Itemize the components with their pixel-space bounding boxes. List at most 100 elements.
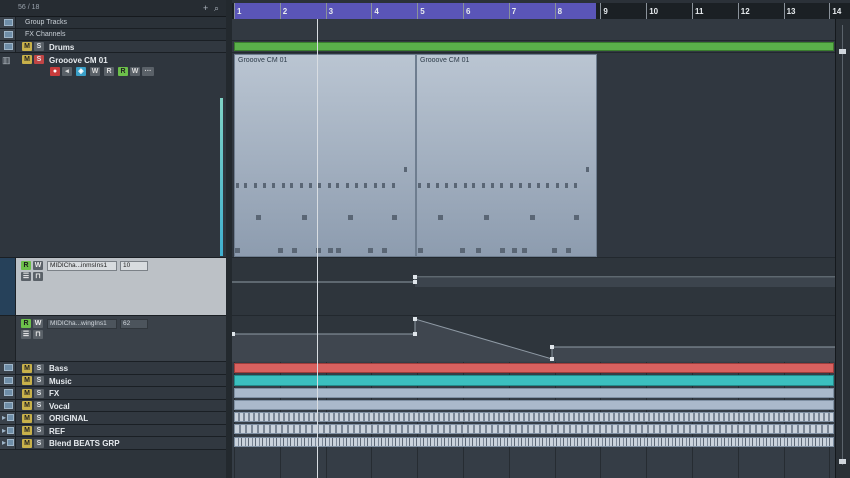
- part-ref[interactable]: [234, 424, 834, 434]
- automation-parameter-field[interactable]: MIDICha...wingIns1: [47, 319, 117, 329]
- expand-icon[interactable]: ▸: [2, 438, 6, 447]
- lock-icon[interactable]: ⊓: [33, 272, 43, 281]
- solo-button[interactable]: S: [34, 439, 44, 448]
- part-fx[interactable]: [234, 388, 834, 398]
- part-blend-beats[interactable]: [234, 437, 834, 447]
- write-button[interactable]: W: [33, 319, 43, 328]
- expand-icon[interactable]: ▸: [2, 413, 6, 422]
- read-automation-button[interactable]: R: [118, 67, 128, 76]
- track-vocal[interactable]: M S Vocal: [0, 400, 226, 412]
- folder-icon: [4, 31, 13, 38]
- track-name: Group Tracks: [25, 19, 68, 26]
- folder-icon: [4, 364, 13, 371]
- mute-button[interactable]: M: [22, 389, 32, 398]
- track-music[interactable]: M S Music: [0, 375, 226, 387]
- track-name: Bass: [49, 364, 69, 373]
- solo-button[interactable]: S: [34, 376, 44, 385]
- part-music[interactable]: [234, 375, 834, 386]
- more-options-icon[interactable]: ···: [142, 67, 154, 76]
- mute-button[interactable]: M: [22, 439, 32, 448]
- track-list-empty: [0, 450, 226, 478]
- solo-button[interactable]: S: [34, 414, 44, 423]
- write-automation-button[interactable]: W: [130, 67, 140, 76]
- ruler-tick: [600, 3, 602, 19]
- track-name: Blend BEATS GRP: [49, 439, 120, 448]
- solo-button[interactable]: S: [34, 42, 44, 51]
- cycle-range[interactable]: [234, 3, 596, 19]
- ruler-bar-number: 8: [557, 7, 563, 16]
- ruler-tick: [234, 3, 235, 19]
- track-folder-fx-channels[interactable]: FX Channels: [0, 29, 226, 41]
- ruler-tick: [463, 3, 464, 19]
- track-strip: ▸: [0, 437, 16, 449]
- track-counter: 56 / 18: [18, 4, 40, 11]
- read-button[interactable]: R: [21, 261, 31, 270]
- lock-icon[interactable]: ⊓: [33, 330, 43, 339]
- part-vocal[interactable]: [234, 400, 834, 410]
- expand-icon[interactable]: ▸: [2, 426, 6, 435]
- read-button[interactable]: R: [21, 319, 31, 328]
- track-strip: [0, 17, 16, 28]
- mute-button[interactable]: M: [22, 364, 32, 373]
- ruler-tick: [325, 3, 327, 19]
- solo-button[interactable]: S: [34, 426, 44, 435]
- mute-button[interactable]: M: [22, 401, 32, 410]
- part-bass[interactable]: [234, 363, 834, 373]
- mute-button[interactable]: M: [22, 414, 32, 423]
- solo-button[interactable]: S: [34, 55, 44, 64]
- level-meter: [220, 98, 223, 256]
- folder-icon: [4, 389, 13, 396]
- show-lanes-icon[interactable]: ☰: [21, 272, 31, 281]
- mute-button[interactable]: M: [22, 42, 32, 51]
- part-original[interactable]: [234, 412, 834, 422]
- add-track-icon[interactable]: +: [203, 3, 208, 13]
- automation-lane-2[interactable]: R W MIDICha...wingIns1 62 ☰ ⊓: [0, 316, 226, 362]
- track-ref[interactable]: ▸ M S REF: [0, 425, 226, 437]
- ruler-tick: [692, 3, 693, 19]
- read-button[interactable]: R: [104, 67, 114, 76]
- track-fx[interactable]: M S FX: [0, 387, 226, 400]
- track-drums[interactable]: M S Drums: [0, 41, 226, 53]
- ruler[interactable]: 1 2 3 4 5 6 7 8 9 10 11 12 13 14: [232, 3, 850, 19]
- automation-value-field[interactable]: 62: [120, 319, 148, 329]
- ruler-bar-number: 2: [282, 7, 288, 16]
- zoom-slider-thumb[interactable]: [839, 459, 846, 464]
- zoom-slider-thumb[interactable]: [839, 49, 846, 54]
- automation-parameter-field[interactable]: MIDICha...inmsIns1: [47, 261, 117, 271]
- mute-button[interactable]: M: [22, 55, 32, 64]
- ruler-tick: [371, 3, 373, 19]
- solo-button[interactable]: S: [34, 364, 44, 373]
- track-original[interactable]: ▸ M S ORIGINAL: [0, 412, 226, 425]
- audio-track-icon: [7, 414, 14, 421]
- solo-button[interactable]: S: [34, 389, 44, 398]
- show-lanes-icon[interactable]: ☰: [21, 330, 31, 339]
- track-grooove-cm01[interactable]: ▥ M S Grooove CM 01 ● ◂ ◈ W R R W ···: [0, 53, 226, 258]
- audio-track-icon: [7, 427, 14, 434]
- mute-button[interactable]: M: [22, 376, 32, 385]
- track-name: FX Channels: [25, 31, 66, 38]
- ruler-tick: [783, 3, 785, 19]
- track-bass[interactable]: M S Bass: [0, 362, 226, 375]
- mute-button[interactable]: M: [22, 426, 32, 435]
- write-button[interactable]: W: [90, 67, 100, 76]
- monitor-icon[interactable]: ◂: [62, 67, 72, 76]
- record-enable-icon[interactable]: ●: [50, 67, 60, 76]
- solo-button[interactable]: S: [34, 401, 44, 410]
- track-list: 56 / 18 + ⌕ Group Tracks FX Channels M S…: [0, 0, 226, 478]
- ruler-bar-number: 5: [420, 7, 425, 16]
- write-button[interactable]: W: [33, 261, 43, 270]
- arrange-area[interactable]: Grooove CM 01 Grooove CM 01: [232, 19, 835, 478]
- ruler-bar-number: 11: [695, 7, 704, 16]
- track-strip: [0, 375, 16, 386]
- track-folder-group-tracks[interactable]: Group Tracks: [0, 17, 226, 29]
- automation-strip: [0, 258, 16, 315]
- vertical-zoom-bar[interactable]: [835, 19, 850, 478]
- automation-lane-1[interactable]: R W MIDICha...inmsIns1 10 ☰ ⊓: [0, 258, 226, 316]
- automation-value-field[interactable]: 10: [120, 261, 148, 271]
- playhead-cursor[interactable]: [317, 19, 318, 478]
- track-strip: [0, 362, 16, 374]
- search-icon[interactable]: ⌕: [214, 3, 219, 14]
- instrument-edit-icon[interactable]: ◈: [76, 67, 86, 76]
- track-name: ORIGINAL: [49, 414, 89, 423]
- track-blend-beats-grp[interactable]: ▸ M S Blend BEATS GRP: [0, 437, 226, 450]
